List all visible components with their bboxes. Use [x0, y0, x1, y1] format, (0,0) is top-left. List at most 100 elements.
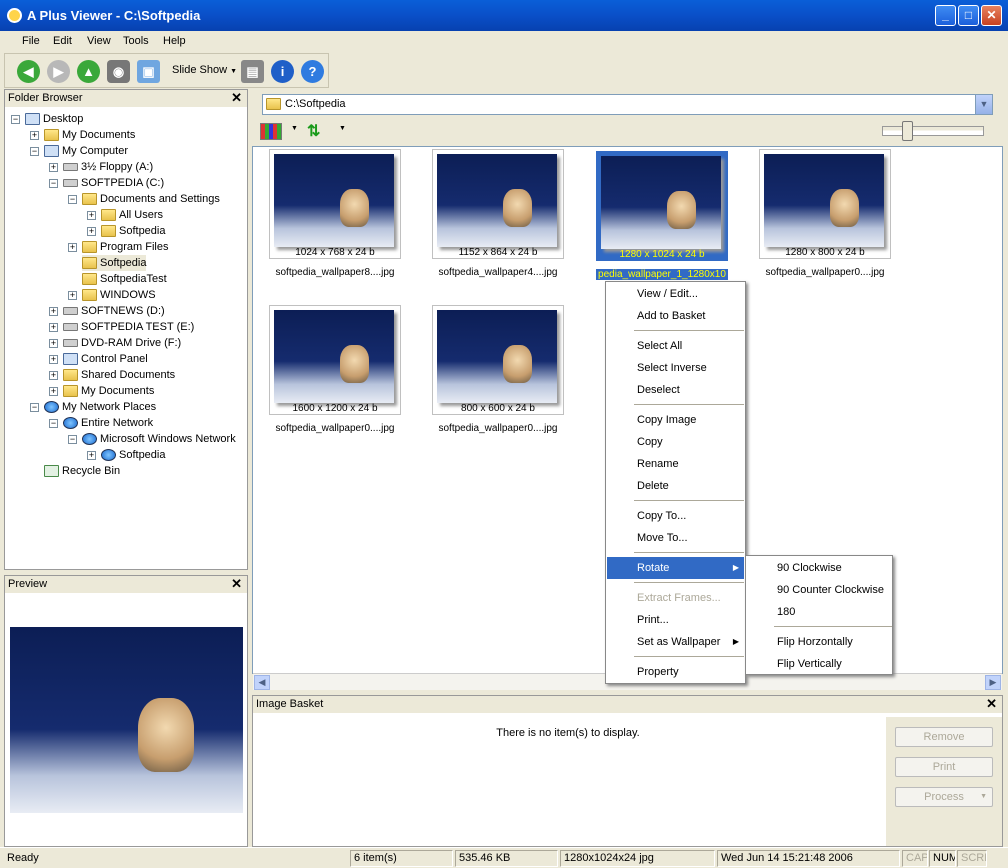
- tree-item[interactable]: Program Files: [82, 239, 168, 255]
- expand-icon[interactable]: +: [49, 387, 58, 396]
- rotate-option-flip-horzontally[interactable]: Flip Horzontally: [747, 631, 891, 653]
- rotate-option-90-counter-clockwise[interactable]: 90 Counter Clockwise: [747, 579, 891, 601]
- thumbnail-item[interactable]: 1600 x 1200 x 24 b: [269, 305, 401, 415]
- camera-icon[interactable]: ◉: [107, 60, 130, 83]
- tree-item[interactable]: My Documents: [63, 383, 154, 399]
- thumbnail-view-icon[interactable]: [260, 123, 282, 140]
- collapse-icon[interactable]: −: [30, 147, 39, 156]
- title-bar[interactable]: A Plus Viewer - C:\Softpedia _ □ ✕: [0, 0, 1008, 31]
- expand-icon[interactable]: +: [87, 451, 96, 460]
- sort-icon[interactable]: ⇅: [307, 121, 320, 141]
- expand-icon[interactable]: +: [87, 227, 96, 236]
- close-button[interactable]: ✕: [981, 5, 1002, 26]
- thumbnail-filename[interactable]: softpedia_wallpaper0....jpg: [269, 423, 401, 434]
- context-menu-item-select-all[interactable]: Select All: [607, 335, 744, 357]
- wallpaper-icon[interactable]: ▣: [137, 60, 160, 83]
- menu-edit[interactable]: Edit: [53, 35, 72, 47]
- context-menu-item-delete[interactable]: Delete: [607, 475, 744, 497]
- rotate-option-flip-vertically[interactable]: Flip Vertically: [747, 653, 891, 675]
- thumbnail-item[interactable]: 800 x 600 x 24 b: [432, 305, 564, 415]
- rotate-option-180[interactable]: 180: [747, 601, 891, 623]
- expand-icon[interactable]: +: [49, 339, 58, 348]
- collapse-icon[interactable]: −: [49, 179, 58, 188]
- scroll-right-icon[interactable]: ▶: [985, 675, 1001, 690]
- sort-dropdown-icon[interactable]: ▼: [339, 125, 346, 132]
- thumbnail-item[interactable]: 1280 x 800 x 24 b: [759, 149, 891, 259]
- tree-item[interactable]: Entire Network: [63, 415, 153, 431]
- thumbnail-filename[interactable]: softpedia_wallpaper8....jpg: [269, 267, 401, 278]
- up-icon[interactable]: ▲: [77, 60, 100, 83]
- context-menu-item-rotate[interactable]: Rotate ▶: [607, 557, 744, 579]
- thumbnail-filename[interactable]: softpedia_wallpaper4....jpg: [432, 267, 564, 278]
- preview-close-icon[interactable]: ✕: [231, 576, 242, 592]
- menu-view[interactable]: View: [87, 35, 111, 47]
- scroll-left-icon[interactable]: ◀: [254, 675, 270, 690]
- thumbnail-item[interactable]: 1152 x 864 x 24 b: [432, 149, 564, 259]
- collapse-icon[interactable]: −: [68, 195, 77, 204]
- view-dropdown-icon[interactable]: ▼: [291, 125, 298, 132]
- help-icon[interactable]: ?: [301, 60, 324, 83]
- collapse-icon[interactable]: −: [68, 435, 77, 444]
- expand-icon[interactable]: +: [87, 211, 96, 220]
- tree-item[interactable]: Softpedia: [101, 447, 165, 463]
- context-menu-item-add-to-basket[interactable]: Add to Basket: [607, 305, 744, 327]
- thumbnail-item[interactable]: 1024 x 768 x 24 b: [269, 149, 401, 259]
- context-menu-item-deselect[interactable]: Deselect: [607, 379, 744, 401]
- context-menu-item-move-to[interactable]: Move To...: [607, 527, 744, 549]
- thumbnail-filename[interactable]: softpedia_wallpaper0....jpg: [432, 423, 564, 434]
- expand-icon[interactable]: +: [68, 243, 77, 252]
- address-dropdown-button[interactable]: ▼: [975, 95, 992, 114]
- slideshow-button[interactable]: Slide Show ▼: [172, 64, 237, 76]
- image-basket-close-icon[interactable]: ✕: [986, 696, 997, 712]
- tree-item[interactable]: SoftpediaTest: [82, 271, 167, 287]
- printer-icon[interactable]: ▤: [241, 60, 264, 83]
- address-bar[interactable]: C:\Softpedia ▼: [262, 94, 993, 115]
- menu-tools[interactable]: Tools: [123, 35, 149, 47]
- collapse-icon[interactable]: −: [11, 115, 20, 124]
- minimize-button[interactable]: _: [935, 5, 956, 26]
- context-menu-item-select-inverse[interactable]: Select Inverse: [607, 357, 744, 379]
- folder-browser-close-icon[interactable]: ✕: [231, 90, 242, 106]
- tree-item[interactable]: Softpedia: [101, 223, 165, 239]
- tree-item[interactable]: Documents and Settings: [82, 191, 220, 207]
- expand-icon[interactable]: +: [68, 291, 77, 300]
- context-menu-item-set-as-wallpaper[interactable]: Set as Wallpaper ▶: [607, 631, 744, 653]
- expand-icon[interactable]: +: [49, 307, 58, 316]
- context-menu-item-property[interactable]: Property: [607, 661, 744, 683]
- tree-item[interactable]: Softpedia: [82, 255, 147, 271]
- tree-item[interactable]: Shared Documents: [63, 367, 175, 383]
- context-menu-item-view-edit[interactable]: View / Edit...: [607, 283, 744, 305]
- tree-item[interactable]: WINDOWS: [82, 287, 156, 303]
- tree-item[interactable]: SOFTPEDIA (C:): [63, 175, 164, 191]
- tree-item[interactable]: Recycle Bin: [44, 463, 120, 479]
- collapse-icon[interactable]: −: [30, 403, 39, 412]
- tree-item[interactable]: DVD-RAM Drive (F:): [63, 335, 181, 351]
- tree-item[interactable]: My Documents: [44, 127, 135, 143]
- tree-item[interactable]: My Computer: [44, 143, 128, 159]
- info-icon[interactable]: i: [271, 60, 294, 83]
- forward-icon[interactable]: ▶: [47, 60, 70, 83]
- thumbnail-filename[interactable]: softpedia_wallpaper0....jpg: [759, 267, 891, 278]
- tree-item[interactable]: All Users: [101, 207, 163, 223]
- tree-item[interactable]: SOFTPEDIA TEST (E:): [63, 319, 194, 335]
- expand-icon[interactable]: +: [30, 131, 39, 140]
- remove-button[interactable]: Remove: [895, 727, 993, 747]
- collapse-icon[interactable]: −: [49, 419, 58, 428]
- expand-icon[interactable]: +: [49, 371, 58, 380]
- thumbnail-item[interactable]: 1280 x 1024 x 24 b: [596, 151, 728, 261]
- tree-item[interactable]: 3½ Floppy (A:): [63, 159, 153, 175]
- menu-file[interactable]: File: [22, 35, 40, 47]
- process-button[interactable]: Process ▼: [895, 787, 993, 807]
- expand-icon[interactable]: +: [49, 323, 58, 332]
- context-menu-item-copy[interactable]: Copy: [607, 431, 744, 453]
- expand-icon[interactable]: +: [49, 355, 58, 364]
- maximize-button[interactable]: □: [958, 5, 979, 26]
- tree-item[interactable]: Desktop: [25, 111, 83, 127]
- slider-handle[interactable]: [902, 121, 913, 141]
- expand-icon[interactable]: +: [49, 163, 58, 172]
- rotate-option-90-clockwise[interactable]: 90 Clockwise: [747, 557, 891, 579]
- context-menu-item-rename[interactable]: Rename: [607, 453, 744, 475]
- context-menu-item-copy-image[interactable]: Copy Image: [607, 409, 744, 431]
- context-menu-item-extract-frames[interactable]: Extract Frames...: [607, 587, 744, 609]
- tree-item[interactable]: Control Panel: [63, 351, 148, 367]
